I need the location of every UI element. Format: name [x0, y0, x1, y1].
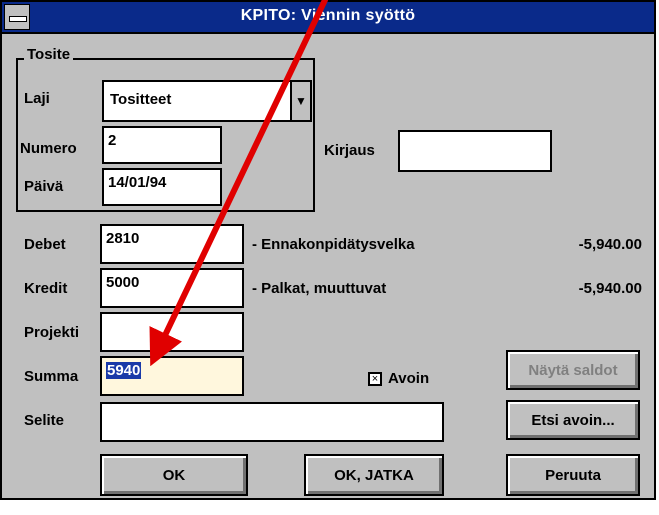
kirjaus-field[interactable]: [398, 130, 552, 172]
tosite-group-label: Tosite: [24, 46, 74, 63]
kredit-amount: -5,940.00: [578, 280, 642, 297]
laji-label: Laji: [24, 90, 50, 107]
kredit-label: Kredit: [24, 280, 68, 297]
numero-label: Numero: [20, 140, 77, 157]
kredit-field[interactable]: 5000: [100, 268, 244, 308]
kpito-dialog-window: KPITO: Viennin syöttö Tosite Laji Tositt…: [0, 0, 656, 500]
title-bar[interactable]: KPITO: Viennin syöttö: [2, 2, 654, 34]
dropdown-arrow-icon[interactable]: ▼: [290, 82, 310, 120]
peruuta-button[interactable]: Peruuta: [506, 454, 640, 496]
selite-label: Selite: [24, 412, 65, 429]
summa-field[interactable]: 5940: [100, 356, 244, 396]
projekti-label: Projekti: [24, 324, 80, 341]
ok-jatka-button[interactable]: OK, JATKA: [304, 454, 444, 496]
paiva-label: Päivä: [24, 178, 64, 195]
laji-value: Tositteet: [110, 91, 172, 108]
etsi-avoin-button[interactable]: Etsi avoin...: [506, 400, 640, 440]
kredit-account-description: - Palkat, muuttuvat: [252, 280, 387, 297]
summa-selected-text: 5940: [106, 362, 142, 379]
avoin-checkbox[interactable]: ×: [368, 372, 382, 386]
numero-field[interactable]: 2: [102, 126, 222, 164]
nayta-saldot-button[interactable]: Näytä saldot: [506, 350, 640, 390]
avoin-label: Avoin: [388, 370, 430, 387]
debet-account-description: - Ennakonpidätysvelka: [252, 236, 415, 253]
summa-label: Summa: [24, 368, 79, 385]
debet-field[interactable]: 2810: [100, 224, 244, 264]
ok-button[interactable]: OK: [100, 454, 248, 496]
selite-field[interactable]: [100, 402, 444, 442]
kirjaus-label: Kirjaus: [324, 142, 375, 159]
projekti-field[interactable]: [100, 312, 244, 352]
paiva-field[interactable]: 14/01/94: [102, 168, 222, 206]
debet-amount: -5,940.00: [578, 236, 642, 253]
debet-label: Debet: [24, 236, 66, 253]
laji-combobox[interactable]: Tositteet ▼: [102, 80, 312, 122]
window-title: KPITO: Viennin syöttö: [240, 7, 416, 24]
